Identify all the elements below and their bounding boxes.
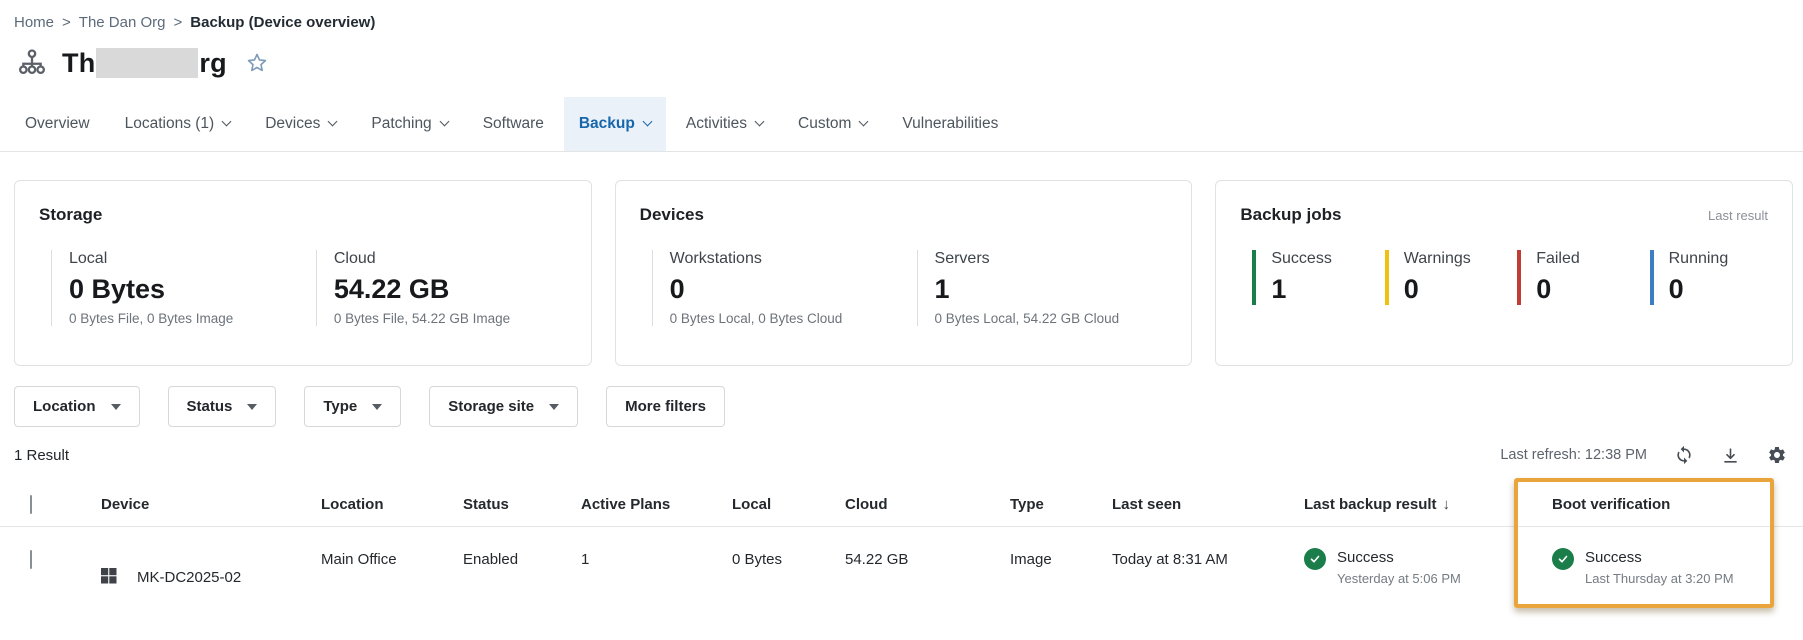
- row-checkbox[interactable]: [30, 550, 32, 569]
- success-check-icon: [1552, 548, 1574, 570]
- type-filter-button[interactable]: Type: [304, 386, 401, 427]
- metric-value: 0: [1536, 273, 1637, 305]
- column-header-local[interactable]: Local: [732, 496, 845, 513]
- download-icon[interactable]: [1721, 446, 1740, 465]
- result-count: 1 Result: [14, 447, 69, 464]
- last-result-label: Last result: [1708, 208, 1768, 223]
- column-header-last-backup-result[interactable]: Last backup result↓: [1304, 496, 1545, 513]
- column-header-location[interactable]: Location: [321, 496, 463, 513]
- row-local: 0 Bytes: [732, 527, 845, 607]
- row-location: Main Office: [321, 527, 463, 607]
- metric-value: 0 Bytes: [69, 273, 304, 305]
- jobs-failed-metric: Failed 0: [1517, 250, 1637, 305]
- tab-software[interactable]: Software: [468, 97, 559, 151]
- card-title: Devices: [640, 205, 1170, 225]
- metric-value: 0: [670, 273, 905, 305]
- tab-locations[interactable]: Locations (1): [110, 97, 246, 151]
- column-header-last-seen[interactable]: Last seen: [1112, 496, 1304, 513]
- windows-icon: [101, 568, 117, 588]
- redaction-block: [96, 48, 198, 78]
- devices-card: Devices Workstations 0 0 Bytes Local, 0 …: [615, 180, 1193, 366]
- chevron-down-icon: [642, 117, 652, 127]
- chevron-down-icon: [859, 117, 869, 127]
- breadcrumb: Home > The Dan Org > Backup (Device over…: [0, 0, 1803, 31]
- favorite-star-icon[interactable]: [245, 51, 269, 75]
- results-bar: 1 Result Last refresh: 12:38 PM: [14, 444, 1787, 466]
- gear-icon[interactable]: [1767, 445, 1787, 465]
- jobs-warnings-metric: Warnings 0: [1385, 250, 1505, 305]
- tab-custom[interactable]: Custom: [783, 97, 882, 151]
- table-row[interactable]: MK-DC2025-02 Main Office Enabled 1 0 Byt…: [0, 527, 1803, 607]
- row-last-seen: Today at 8:31 AM: [1112, 527, 1304, 607]
- dropdown-arrow-icon: [247, 404, 257, 410]
- row-last-backup-result: Success Yesterday at 5:06 PM: [1304, 527, 1545, 607]
- breadcrumb-org[interactable]: The Dan Org: [79, 14, 166, 31]
- devices-workstations-metric: Workstations 0 0 Bytes Local, 0 Bytes Cl…: [652, 250, 905, 326]
- tab-devices[interactable]: Devices: [250, 97, 351, 151]
- chevron-down-icon: [222, 117, 232, 127]
- tab-activities[interactable]: Activities: [671, 97, 778, 151]
- column-header-active-plans[interactable]: Active Plans: [581, 496, 732, 513]
- breadcrumb-separator: >: [174, 14, 183, 31]
- table-header-row: Device Location Status Active Plans Loca…: [0, 482, 1803, 527]
- jobs-running-metric: Running 0: [1650, 250, 1770, 305]
- tab-patching[interactable]: Patching: [356, 97, 462, 151]
- org-header: Thrg: [16, 44, 1803, 82]
- sort-descending-icon: ↓: [1443, 496, 1451, 513]
- storage-site-filter-button[interactable]: Storage site: [429, 386, 578, 427]
- card-title: Backup jobs: [1240, 205, 1770, 225]
- dropdown-arrow-icon: [549, 404, 559, 410]
- row-type: Image: [1010, 527, 1112, 607]
- row-boot-verification: Success Last Thursday at 3:20 PM: [1545, 527, 1803, 607]
- tab-backup[interactable]: Backup: [564, 97, 666, 151]
- filter-bar: Location Status Type Storage site More f…: [14, 386, 1803, 427]
- column-header-boot-verification[interactable]: Boot verification: [1545, 496, 1803, 513]
- device-name[interactable]: MK-DC2025-02: [137, 569, 241, 586]
- more-filters-button[interactable]: More filters: [606, 386, 725, 427]
- metric-value: 1: [1271, 273, 1372, 305]
- breadcrumb-home[interactable]: Home: [14, 14, 54, 31]
- backup-devices-table: Device Location Status Active Plans Loca…: [0, 482, 1803, 607]
- summary-cards: Storage Local 0 Bytes 0 Bytes File, 0 By…: [14, 180, 1793, 366]
- last-refresh-label: Last refresh: 12:38 PM: [1500, 447, 1647, 463]
- metric-value: 0: [1669, 273, 1770, 305]
- status-filter-button[interactable]: Status: [168, 386, 277, 427]
- column-header-device[interactable]: Device: [101, 496, 321, 513]
- jobs-success-metric: Success 1: [1252, 250, 1372, 305]
- row-active-plans: 1: [581, 527, 732, 607]
- column-header-status[interactable]: Status: [463, 496, 581, 513]
- dropdown-arrow-icon: [111, 404, 121, 410]
- page-title: Thrg: [62, 48, 227, 79]
- success-check-icon: [1304, 548, 1326, 570]
- location-filter-button[interactable]: Location: [14, 386, 140, 427]
- tab-overview[interactable]: Overview: [10, 97, 105, 151]
- backup-device-overview-page: Home > The Dan Org > Backup (Device over…: [0, 0, 1803, 640]
- metric-value: 1: [935, 273, 1170, 305]
- select-all-checkbox[interactable]: [30, 495, 32, 514]
- row-status: Enabled: [463, 527, 581, 607]
- devices-servers-metric: Servers 1 0 Bytes Local, 54.22 GB Cloud: [917, 250, 1170, 326]
- column-header-type[interactable]: Type: [1010, 496, 1112, 513]
- chevron-down-icon: [755, 117, 765, 127]
- tab-vulnerabilities[interactable]: Vulnerabilities: [887, 97, 1013, 151]
- refresh-icon[interactable]: [1674, 445, 1694, 465]
- storage-local-metric: Local 0 Bytes 0 Bytes File, 0 Bytes Imag…: [51, 250, 304, 326]
- card-title: Storage: [39, 205, 569, 225]
- tab-bar: Overview Locations (1) Devices Patching …: [0, 97, 1803, 152]
- chevron-down-icon: [328, 117, 338, 127]
- row-cloud: 54.22 GB: [845, 527, 1010, 607]
- storage-cloud-metric: Cloud 54.22 GB 0 Bytes File, 54.22 GB Im…: [316, 250, 569, 326]
- dropdown-arrow-icon: [372, 404, 382, 410]
- chevron-down-icon: [439, 117, 449, 127]
- breadcrumb-current: Backup (Device overview): [190, 14, 375, 31]
- metric-value: 54.22 GB: [334, 273, 569, 305]
- backup-jobs-card: Backup jobs Last result Success 1 Warnin…: [1215, 180, 1793, 366]
- column-header-cloud[interactable]: Cloud: [845, 496, 1010, 513]
- metric-value: 0: [1404, 273, 1505, 305]
- breadcrumb-separator: >: [62, 14, 71, 31]
- organization-icon: [16, 47, 48, 79]
- storage-card: Storage Local 0 Bytes 0 Bytes File, 0 By…: [14, 180, 592, 366]
